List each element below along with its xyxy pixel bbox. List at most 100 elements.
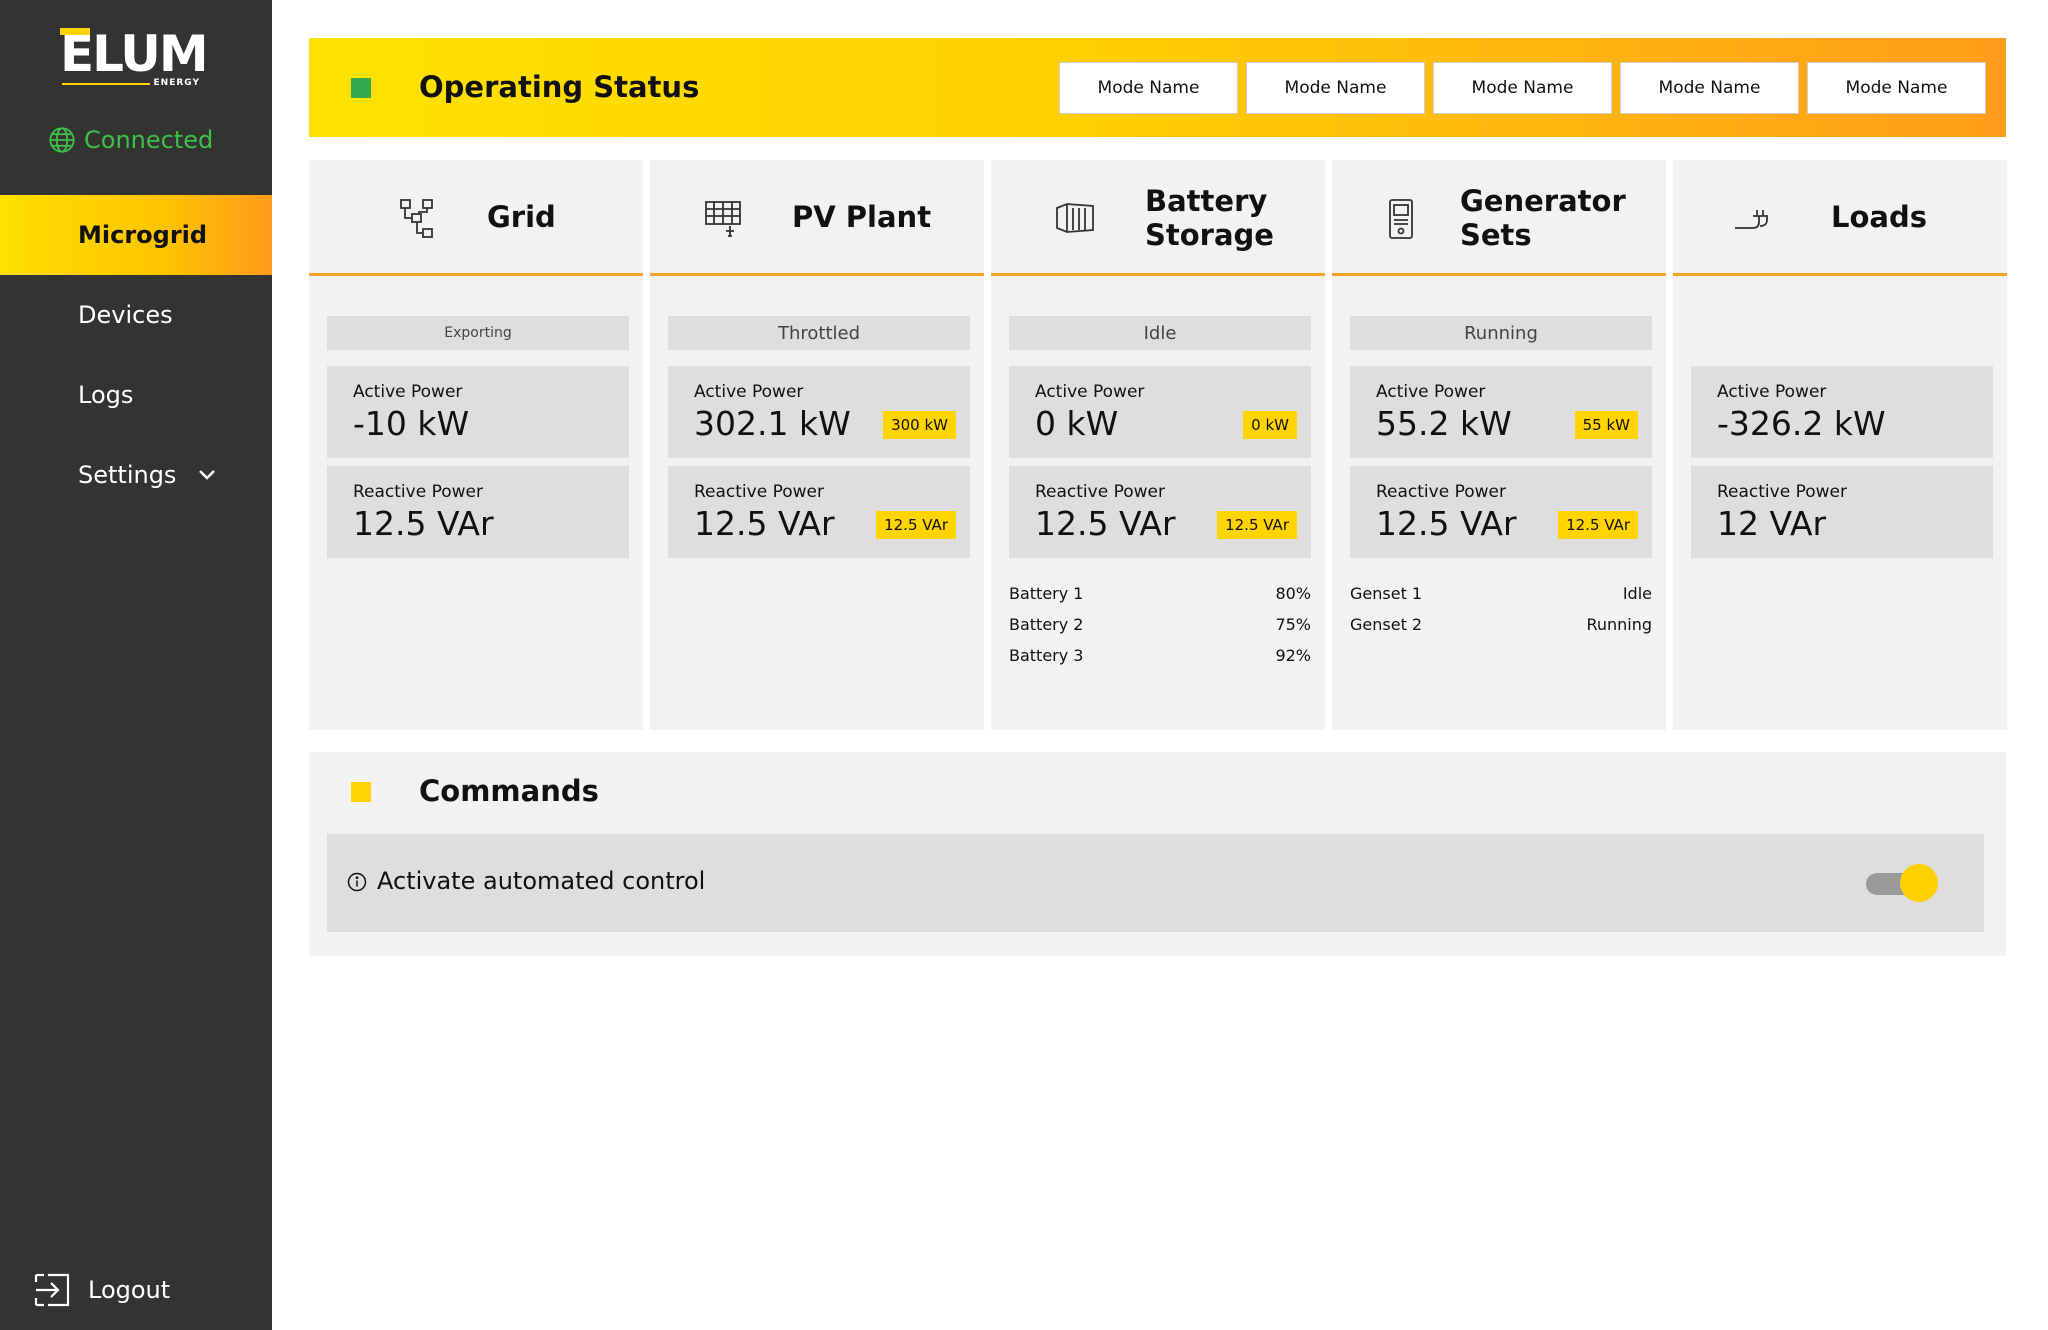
metric-label: Reactive Power bbox=[1717, 482, 1847, 502]
loads-reactive-power: Reactive Power 12 VAr bbox=[1691, 466, 1993, 558]
pv-reactive-power: Reactive Power 12.5 VAr 12.5 VAr bbox=[668, 466, 970, 558]
card-header: Generator Sets bbox=[1332, 160, 1666, 276]
elum-logo: ELUM ENERGY bbox=[60, 25, 209, 90]
metric-value: 12.5 VAr bbox=[694, 504, 835, 543]
card-header: Grid bbox=[309, 160, 643, 276]
battery-name: Battery 1 bbox=[1009, 584, 1084, 603]
logo-text: ELUM bbox=[60, 25, 209, 83]
nav-item-settings[interactable]: Settings bbox=[0, 435, 272, 515]
battery-reactive-power: Reactive Power 12.5 VAr 12.5 VAr bbox=[1009, 466, 1311, 558]
generator-sets-card: Generator Sets Running Active Power 55.2… bbox=[1332, 160, 1666, 730]
globe-icon bbox=[49, 127, 75, 153]
generator-active-power: Active Power 55.2 kW 55 kW bbox=[1350, 366, 1652, 458]
logo-accent-bar bbox=[60, 28, 90, 35]
generator-reactive-power: Reactive Power 12.5 VAr 12.5 VAr bbox=[1350, 466, 1652, 558]
commands-indicator bbox=[351, 782, 371, 802]
genset-name: Genset 1 bbox=[1350, 584, 1423, 603]
setpoint-tag: 0 kW bbox=[1243, 411, 1297, 439]
metric-value: 12 VAr bbox=[1717, 504, 1827, 543]
nav-item-microgrid[interactable]: Microgrid bbox=[0, 195, 272, 275]
metric-value: 302.1 kW bbox=[694, 404, 851, 443]
grid-card: Grid Exporting Active Power -10 kW React… bbox=[309, 160, 643, 730]
metric-value: -326.2 kW bbox=[1717, 404, 1886, 443]
generator-state-badge: Running bbox=[1350, 316, 1652, 350]
connection-status: Connected bbox=[48, 126, 213, 154]
commands-title: Commands bbox=[419, 774, 599, 808]
list-item: Battery 3 92% bbox=[1009, 640, 1311, 671]
pv-state-badge: Throttled bbox=[668, 316, 970, 350]
nav-item-label: Devices bbox=[78, 301, 173, 329]
title-line: Generator bbox=[1460, 184, 1626, 218]
status-indicator bbox=[351, 78, 371, 98]
automated-control-label: Activate automated control bbox=[377, 867, 706, 895]
card-header: Loads bbox=[1673, 160, 2007, 276]
nav-item-label: Logs bbox=[78, 381, 134, 409]
solar-panel-icon bbox=[705, 201, 741, 237]
list-item: Battery 2 75% bbox=[1009, 609, 1311, 640]
metric-value: 12.5 VAr bbox=[353, 504, 494, 543]
title-line: Battery bbox=[1145, 184, 1268, 218]
plug-icon bbox=[1735, 210, 1768, 229]
grid-active-power: Active Power -10 kW bbox=[327, 366, 629, 458]
logo-underline bbox=[62, 83, 150, 85]
logout-label: Logout bbox=[88, 1276, 171, 1304]
setpoint-tag: 12.5 VAr bbox=[1558, 511, 1638, 539]
generator-sets-title: Generator Sets bbox=[1460, 184, 1626, 252]
battery-active-power: Active Power 0 kW 0 kW bbox=[1009, 366, 1311, 458]
metric-label: Active Power bbox=[353, 382, 463, 402]
mode-button-3[interactable]: Mode Name bbox=[1433, 62, 1612, 114]
metric-label: Reactive Power bbox=[1376, 482, 1506, 502]
metric-label: Reactive Power bbox=[1035, 482, 1165, 502]
metric-value: 0 kW bbox=[1035, 404, 1119, 443]
nav-item-devices[interactable]: Devices bbox=[0, 275, 272, 355]
genset-status: Running bbox=[1586, 615, 1652, 634]
automated-control-toggle[interactable] bbox=[1866, 864, 1938, 902]
battery-storage-icon bbox=[1056, 203, 1094, 233]
list-item: Genset 1 Idle bbox=[1350, 578, 1652, 609]
setpoint-tag: 12.5 VAr bbox=[876, 511, 956, 539]
logout-icon bbox=[34, 1273, 70, 1307]
battery-storage-card: Battery Storage Idle Active Power 0 kW 0… bbox=[991, 160, 1325, 730]
mode-button-group: Mode Name Mode Name Mode Name Mode Name … bbox=[1059, 62, 1986, 114]
metric-value: -10 kW bbox=[353, 404, 470, 443]
battery-charge: 75% bbox=[1275, 615, 1311, 634]
battery-state-badge: Idle bbox=[1009, 316, 1311, 350]
loads-title: Loads bbox=[1831, 200, 1927, 234]
battery-name: Battery 3 bbox=[1009, 646, 1084, 665]
metric-label: Reactive Power bbox=[694, 482, 824, 502]
connection-status-label: Connected bbox=[84, 126, 214, 154]
logout-button[interactable]: Logout bbox=[34, 1272, 170, 1308]
nav-item-logs[interactable]: Logs bbox=[0, 355, 272, 435]
grid-network-icon bbox=[400, 199, 433, 238]
metric-label: Active Power bbox=[1376, 382, 1486, 402]
pv-plant-card: PV Plant Throttled Active Power 302.1 kW… bbox=[650, 160, 984, 730]
info-icon[interactable] bbox=[347, 872, 367, 892]
title-line: Sets bbox=[1460, 218, 1532, 252]
setpoint-tag: 12.5 VAr bbox=[1217, 511, 1297, 539]
pv-active-power: Active Power 302.1 kW 300 kW bbox=[668, 366, 970, 458]
grid-title: Grid bbox=[487, 200, 556, 234]
metric-label: Active Power bbox=[694, 382, 804, 402]
toggle-knob bbox=[1900, 864, 1938, 902]
mode-button-4[interactable]: Mode Name bbox=[1620, 62, 1799, 114]
title-line: Storage bbox=[1145, 218, 1274, 252]
card-header: PV Plant bbox=[650, 160, 984, 276]
mode-button-1[interactable]: Mode Name bbox=[1059, 62, 1238, 114]
setpoint-tag: 55 kW bbox=[1574, 411, 1638, 439]
list-item: Battery 1 80% bbox=[1009, 578, 1311, 609]
mode-button-2[interactable]: Mode Name bbox=[1246, 62, 1425, 114]
automated-control-row: Activate automated control bbox=[327, 834, 1984, 932]
metric-value: 55.2 kW bbox=[1376, 404, 1512, 443]
nav-item-label: Microgrid bbox=[78, 221, 208, 249]
battery-storage-title: Battery Storage bbox=[1145, 184, 1274, 252]
chevron-down-icon bbox=[199, 470, 216, 480]
logo-subtext: ENERGY bbox=[153, 78, 200, 88]
metric-label: Reactive Power bbox=[353, 482, 483, 502]
metric-value: 12.5 VAr bbox=[1035, 504, 1176, 543]
mode-button-5[interactable]: Mode Name bbox=[1807, 62, 1986, 114]
metric-value: 12.5 VAr bbox=[1376, 504, 1517, 543]
genset-list: Genset 1 Idle Genset 2 Running bbox=[1350, 578, 1652, 640]
genset-status: Idle bbox=[1622, 584, 1652, 603]
loads-card: Loads Active Power -326.2 kW Reactive Po… bbox=[1673, 160, 2007, 730]
metric-label: Active Power bbox=[1717, 382, 1827, 402]
